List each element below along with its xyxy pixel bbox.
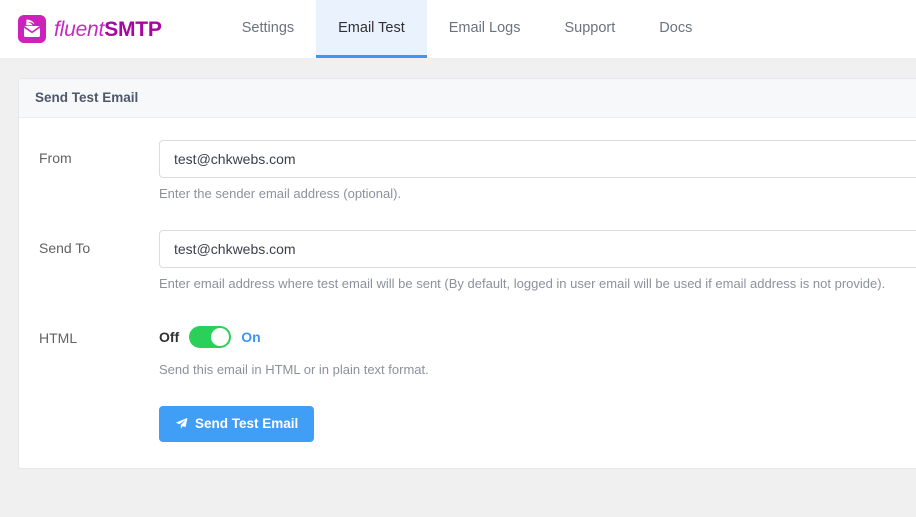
send-to-control: Enter email address where test email wil… bbox=[159, 229, 916, 294]
tab-docs-label: Docs bbox=[659, 19, 693, 36]
page-content: Send Test Email From Enter the sender em… bbox=[0, 58, 916, 517]
html-switch-on-label: On bbox=[241, 328, 261, 345]
from-label: From bbox=[39, 150, 72, 166]
html-control: Off On Send this email in HTML or in pla… bbox=[159, 320, 916, 380]
tab-email-test[interactable]: Email Test bbox=[316, 0, 427, 58]
tab-settings-label: Settings bbox=[241, 19, 295, 36]
brand-wordmark: fluentSMTP bbox=[54, 19, 162, 40]
html-switch-line: Off On bbox=[159, 320, 916, 354]
tab-email-logs[interactable]: Email Logs bbox=[427, 0, 543, 58]
send-test-email-button[interactable]: Send Test Email bbox=[159, 405, 315, 442]
submit-control: Send Test Email bbox=[159, 405, 916, 442]
tab-support-label: Support bbox=[564, 19, 616, 36]
send-test-email-card: Send Test Email From Enter the sender em… bbox=[18, 78, 916, 469]
send-test-email-button-label: Send Test Email bbox=[195, 416, 299, 432]
card-body: From Enter the sender email address (opt… bbox=[19, 118, 916, 468]
envelope-logo-icon bbox=[18, 15, 46, 43]
card-title: Send Test Email bbox=[19, 79, 916, 118]
from-input[interactable] bbox=[159, 140, 916, 178]
brand-name-bold: SMTP bbox=[104, 17, 162, 41]
submit-spacer bbox=[39, 406, 159, 415]
html-label: HTML bbox=[39, 329, 78, 346]
brand-name-light: fluent bbox=[54, 17, 105, 41]
tab-email-test-label: Email Test bbox=[338, 19, 405, 36]
main-tabs: Settings Email Test Email Logs Support D… bbox=[220, 0, 715, 58]
html-toggle-switch[interactable] bbox=[189, 325, 232, 348]
paper-plane-icon bbox=[175, 417, 188, 430]
form-row-submit: Send Test Email bbox=[39, 405, 916, 442]
from-control: Enter the sender email address (optional… bbox=[159, 140, 916, 204]
html-switch-off-label: Off bbox=[159, 328, 180, 345]
send-to-help-text: Enter email address where test email wil… bbox=[159, 275, 886, 291]
form-row-send-to: Send To Enter email address where test e… bbox=[39, 229, 916, 294]
send-to-label: Send To bbox=[39, 239, 91, 256]
tab-email-logs-label: Email Logs bbox=[448, 19, 521, 36]
html-help-text: Send this email in HTML or in plain text… bbox=[159, 361, 429, 377]
top-navigation-bar: fluentSMTP Settings Email Test Email Log… bbox=[0, 0, 916, 58]
tab-docs[interactable]: Docs bbox=[637, 0, 714, 58]
form-row-from: From Enter the sender email address (opt… bbox=[39, 140, 916, 204]
from-help-text: Enter the sender email address (optional… bbox=[159, 186, 402, 201]
send-to-input[interactable] bbox=[159, 229, 916, 268]
tab-settings[interactable]: Settings bbox=[220, 0, 316, 58]
brand-logo-link[interactable]: fluentSMTP bbox=[0, 0, 172, 58]
tab-support[interactable]: Support bbox=[543, 0, 638, 58]
form-row-html: HTML Off On Send this email in HTML or i… bbox=[39, 320, 916, 380]
html-toggle-knob bbox=[211, 327, 230, 346]
